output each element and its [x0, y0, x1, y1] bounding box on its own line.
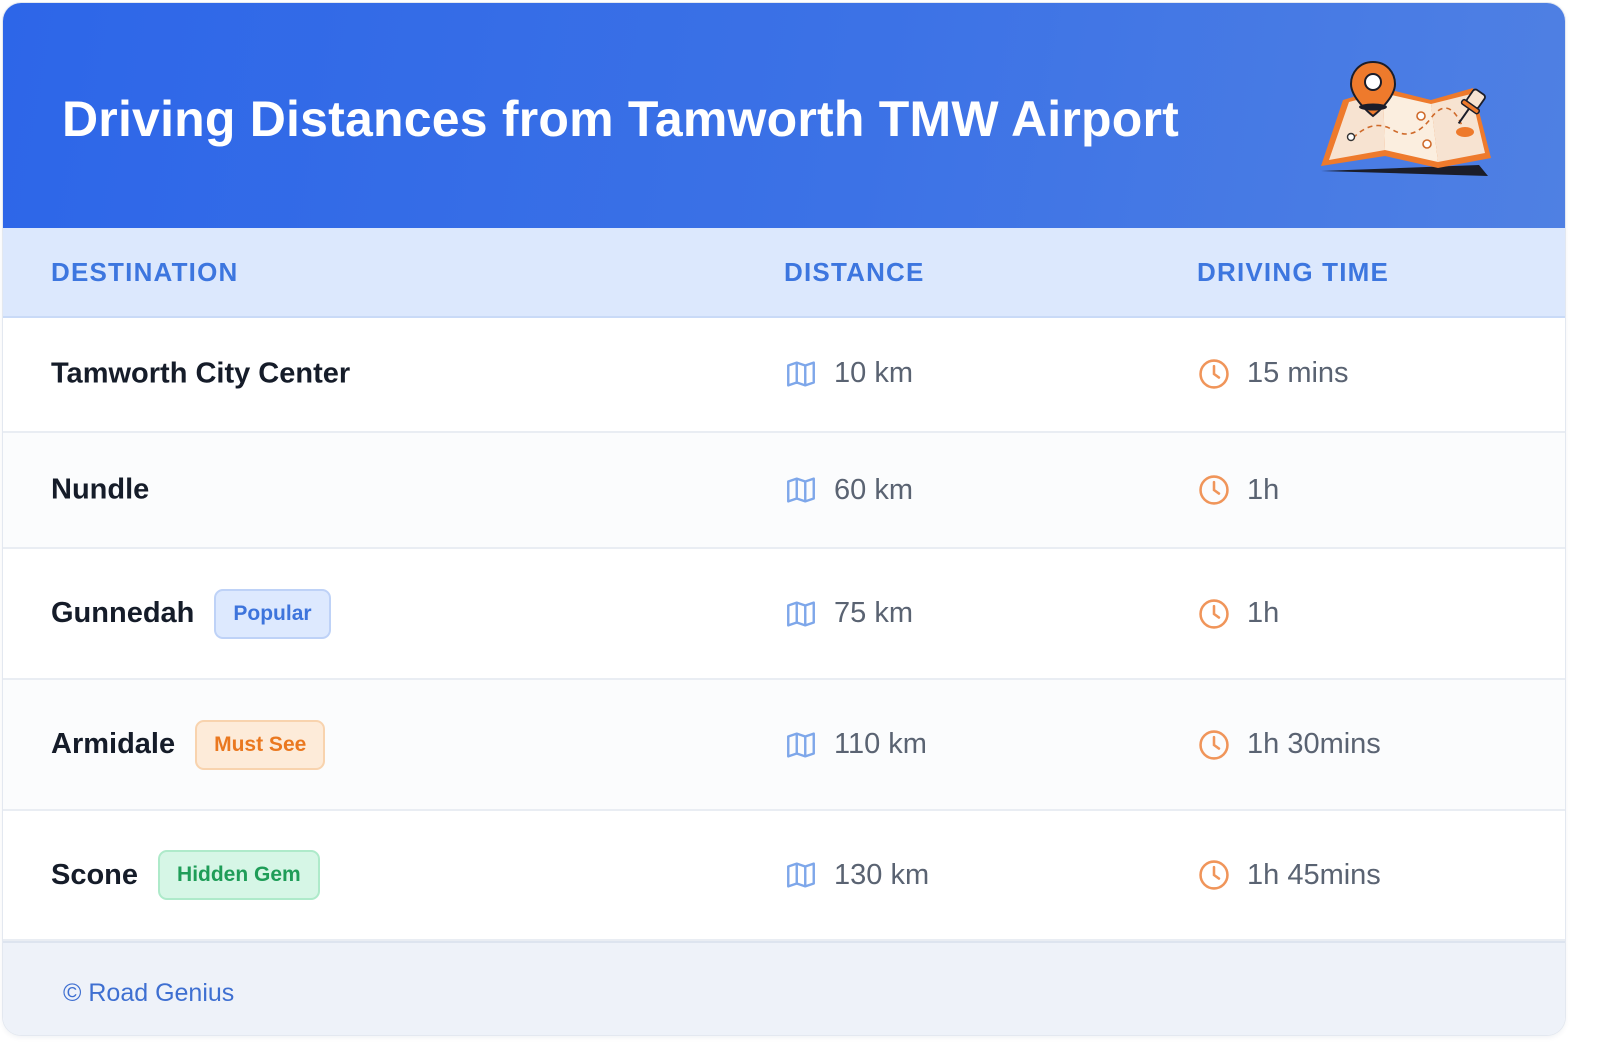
distance-cell: 110 km — [784, 728, 927, 762]
must-see-badge: Must See — [195, 719, 326, 770]
map-icon — [787, 360, 815, 387]
table-header: DESTINATION DISTANCE DRIVING TIME — [3, 228, 1565, 318]
destination-cell: Nundle — [51, 474, 149, 507]
time-cell: 1h 30mins — [1197, 728, 1381, 762]
time-cell: 1h — [1197, 597, 1279, 631]
clock-icon — [1199, 598, 1229, 629]
table-row: Scone Hidden Gem 130 km 1h 45mins — [3, 811, 1565, 941]
clock-icon — [1199, 475, 1229, 505]
map-icon — [787, 477, 815, 503]
distance-cell: 130 km — [784, 858, 929, 892]
destination-name: Tamworth City Center — [51, 357, 351, 389]
destination-cell: Tamworth City Center — [51, 357, 350, 390]
destination-name: Scone — [51, 858, 139, 891]
clock-icon — [1199, 358, 1229, 389]
distance-value: 110 km — [834, 728, 927, 760]
footer: © Road Genius — [3, 941, 1565, 1035]
clock-icon — [1199, 860, 1229, 890]
table-row: Armidale Must See 110 km 1h 30mins — [3, 680, 1565, 811]
distance-cell: 75 km — [784, 597, 913, 631]
map-with-location-pin-icon — [1321, 60, 1491, 176]
driving-time-value: 1h 45mins — [1247, 858, 1381, 891]
destination-cell: Gunnedah Popular — [51, 588, 331, 639]
copyright-text[interactable]: © Road Genius — [63, 979, 234, 1008]
table-row: Gunnedah Popular 75 km 1h — [3, 549, 1565, 680]
table-row: Tamworth City Center 10 km 15 mins — [3, 316, 1565, 433]
distance-value: 10 km — [834, 357, 913, 389]
distance-value: 75 km — [834, 597, 913, 629]
destination-name: Nundle — [51, 473, 150, 506]
driving-time-value: 1h — [1247, 473, 1280, 506]
column-header-destination[interactable]: DESTINATION — [51, 256, 239, 288]
column-header-distance[interactable]: DISTANCE — [784, 256, 925, 288]
time-cell: 1h 45mins — [1197, 858, 1381, 892]
destination-cell: Scone Hidden Gem — [51, 850, 320, 900]
time-cell: 15 mins — [1197, 357, 1349, 391]
map-icon — [787, 862, 815, 888]
distance-table-card: Driving Distances from Tamworth TMW Airp… — [3, 3, 1565, 1035]
map-icon — [787, 731, 815, 758]
time-cell: 1h — [1197, 473, 1279, 507]
distance-cell: 60 km — [784, 473, 913, 507]
distance-value: 60 km — [834, 473, 913, 506]
page-title: Driving Distances from Tamworth TMW Airp… — [62, 91, 1179, 147]
distance-value: 130 km — [834, 858, 930, 891]
column-header-driving-time[interactable]: DRIVING TIME — [1197, 256, 1389, 288]
driving-time-value: 1h — [1247, 597, 1280, 629]
distance-cell: 10 km — [784, 357, 913, 391]
popular-badge: Popular — [214, 588, 331, 639]
table-row: Nundle 60 km 1h — [3, 433, 1565, 549]
driving-time-value: 1h 30mins — [1247, 728, 1381, 760]
destination-name: Gunnedah — [51, 597, 195, 629]
header-banner: Driving Distances from Tamworth TMW Airp… — [3, 3, 1565, 228]
destination-cell: Armidale Must See — [51, 719, 326, 770]
hidden-gem-badge: Hidden Gem — [158, 850, 320, 900]
map-icon — [787, 600, 815, 627]
destination-name: Armidale — [51, 728, 176, 760]
clock-icon — [1199, 729, 1229, 760]
driving-time-value: 15 mins — [1247, 357, 1349, 389]
